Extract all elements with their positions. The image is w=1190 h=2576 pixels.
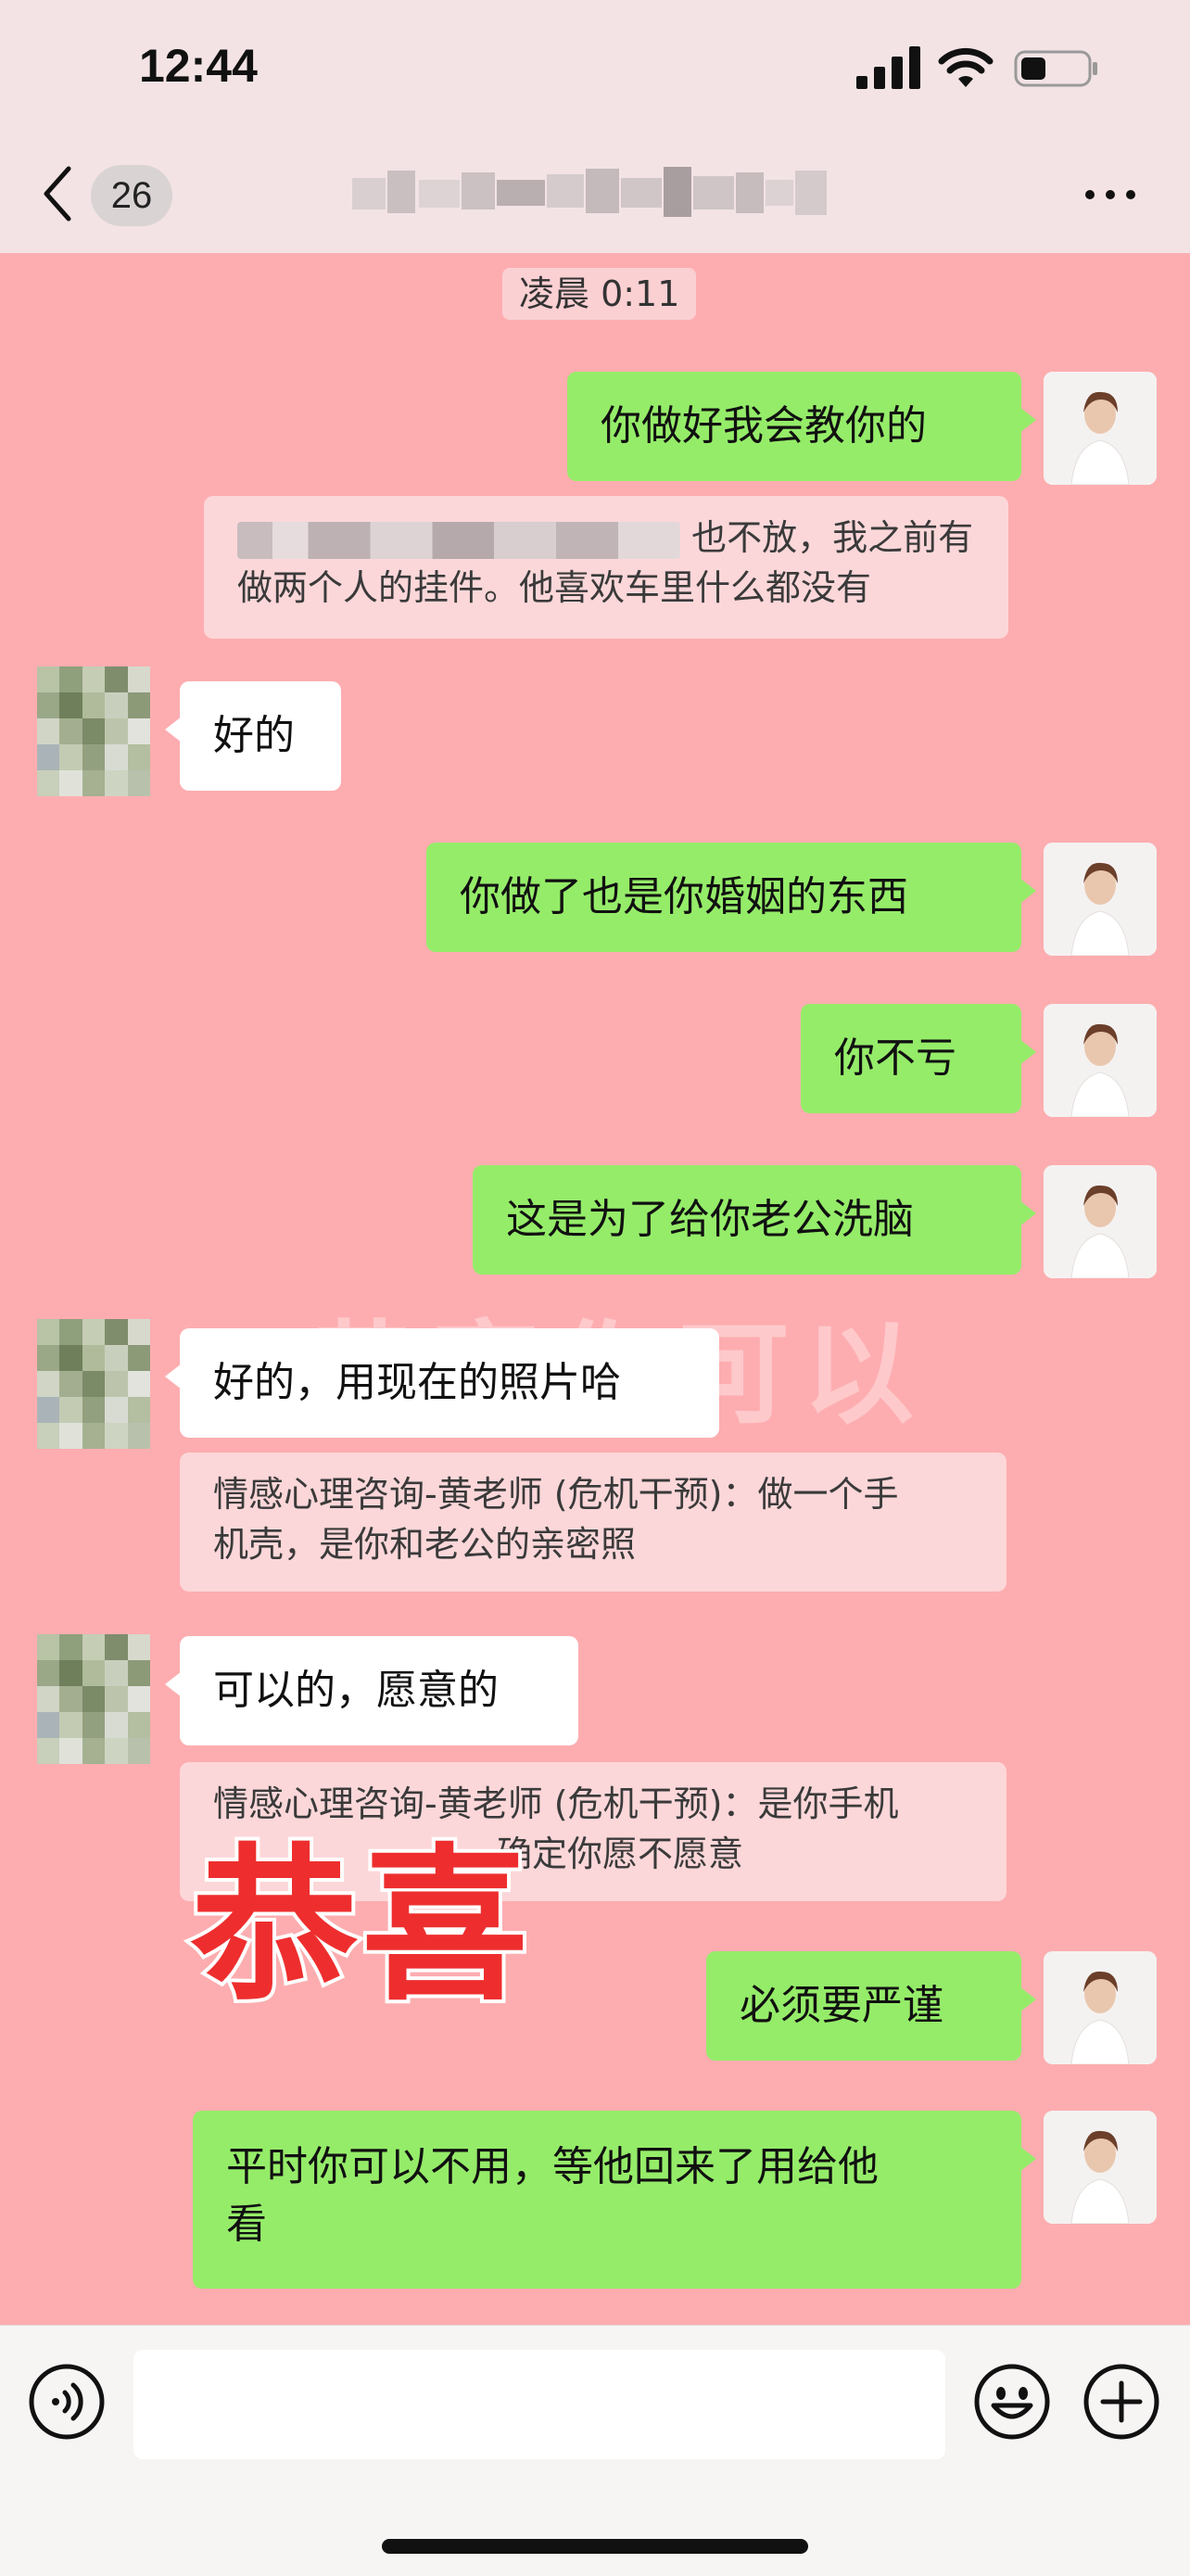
message-text: 这是为了给你老公洗脑 [506, 1196, 914, 1243]
message-bubble-sent[interactable]: 你做好我会教你的 [567, 372, 1036, 481]
chevron-left-icon[interactable] [39, 163, 76, 224]
message-bubble-sent[interactable]: 这是为了给你老公洗脑 [473, 1165, 1036, 1275]
cellular-signal-icon [856, 46, 920, 89]
voice-icon[interactable] [28, 2363, 106, 2441]
contact-avatar-obscured[interactable] [37, 666, 150, 796]
quoted-message[interactable]: 情感心理咨询-黄老师 (危机干预)：做一个手 机壳，是你和老公的亲密照 [180, 1453, 1006, 1592]
message-bubble-sent[interactable]: 必须要严谨 [706, 1951, 1036, 2061]
message-text: 必须要严谨 [740, 1982, 943, 2029]
message-bubble-sent[interactable]: 你不亏 [801, 1004, 1036, 1113]
congrats-sticker-text: 恭喜 [187, 1826, 533, 2027]
contact-avatar-obscured[interactable] [37, 1319, 150, 1449]
avatar-photo-icon [1044, 372, 1157, 485]
quoted-text-line1: 情感心理咨询-黄老师 (危机干预)：做一个手 [213, 1474, 899, 1515]
message-bubble-sent[interactable]: 平时你可以不用，等他回来了用给他 看 [193, 2111, 1036, 2289]
quoted-text-line2: 机壳，是你和老公的亲密照 [213, 1524, 637, 1565]
message-text: 你做好我会教你的 [601, 402, 927, 450]
message-text: 好的，用现在的照片哈 [213, 1359, 621, 1406]
avatar-photo-icon [1044, 1004, 1157, 1117]
my-avatar[interactable] [1044, 1165, 1157, 1278]
my-avatar[interactable] [1044, 1004, 1157, 1117]
avatar-photo-icon [1044, 1951, 1157, 2064]
message-bubble-received[interactable]: 可以的，愿意的 [165, 1636, 578, 1745]
message-text: 你做了也是你婚姻的东西 [460, 873, 908, 920]
message-text: 好的 [213, 712, 295, 759]
message-text-line1: 平时你可以不用，等他回来了用给他 [226, 2143, 879, 2190]
chat-message-list[interactable]: 凌晨 0:11 你做好我会教你的 也不放，我之前有 做两个人的挂件。他喜欢车里什… [0, 253, 1190, 2325]
quoted-message[interactable]: 也不放，我之前有 做两个人的挂件。他喜欢车里什么都没有 [204, 496, 1008, 639]
message-input-bar [0, 2325, 1190, 2576]
message-text: 可以的，愿意的 [213, 1667, 499, 1714]
obscured-text [237, 521, 680, 559]
quoted-text-line2: 做两个人的挂件。他喜欢车里什么都没有 [237, 567, 872, 608]
more-dots-icon[interactable] [1082, 187, 1138, 202]
avatar-photo-icon [1044, 2111, 1157, 2224]
status-time: 12:44 [139, 40, 258, 92]
message-timestamp: 凌晨 0:11 [502, 268, 697, 320]
message-bubble-received[interactable]: 好的 [165, 681, 341, 791]
my-avatar[interactable] [1044, 372, 1157, 485]
unread-count-badge[interactable]: 26 [91, 165, 172, 226]
plus-icon[interactable] [1082, 2363, 1160, 2441]
my-avatar[interactable] [1044, 1951, 1157, 2064]
home-indicator[interactable] [382, 2539, 808, 2554]
status-bar: 12:44 [0, 0, 1190, 139]
message-bubble-received[interactable]: 好的，用现在的照片哈 [165, 1328, 719, 1438]
message-text-input[interactable] [133, 2350, 945, 2459]
battery-icon [1014, 50, 1097, 87]
my-avatar[interactable] [1044, 843, 1157, 956]
message-bubble-sent[interactable]: 你做了也是你婚姻的东西 [426, 843, 1036, 952]
my-avatar[interactable] [1044, 2111, 1157, 2224]
message-text-line2: 看 [226, 2201, 267, 2248]
avatar-photo-icon [1044, 1165, 1157, 1278]
wifi-icon [938, 47, 994, 87]
message-text: 你不亏 [834, 1034, 956, 1082]
contact-avatar-obscured[interactable] [37, 1634, 150, 1764]
avatar-photo-icon [1044, 843, 1157, 956]
quoted-text-line1: 也不放，我之前有 [691, 517, 974, 558]
emoji-icon[interactable] [973, 2363, 1051, 2441]
chat-header: 26 [0, 139, 1190, 253]
chat-title-obscured [352, 167, 827, 217]
